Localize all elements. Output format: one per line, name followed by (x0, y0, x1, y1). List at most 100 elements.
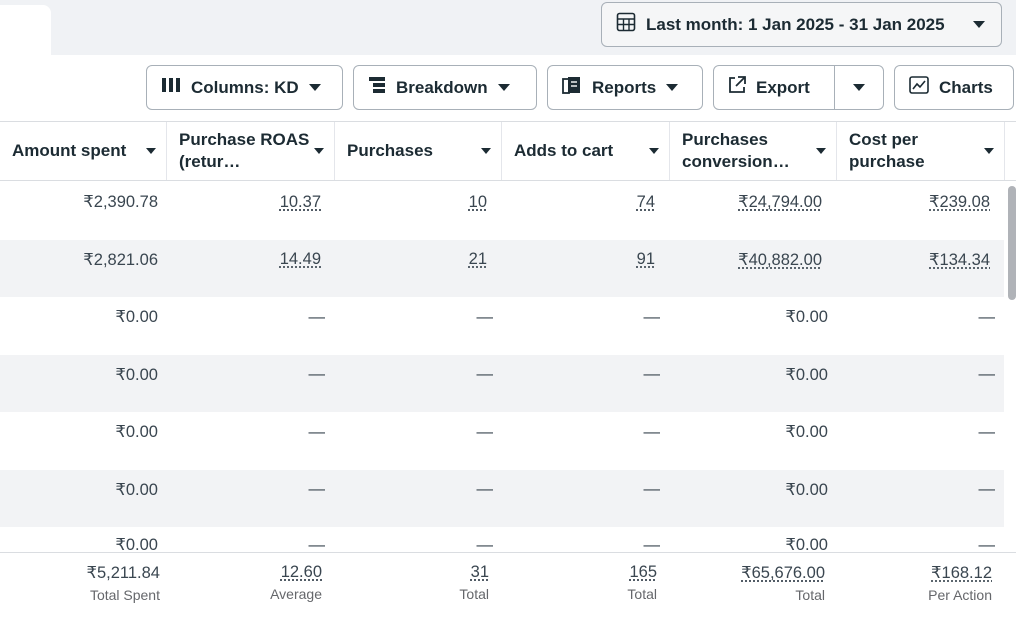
table-cell[interactable]: ₹40,882.00 (670, 240, 822, 280)
column-header-label: Cost per purchase (849, 130, 925, 171)
column-header-label: Purchases conversion… (682, 130, 790, 171)
total-label: Per Action (928, 587, 992, 603)
table-cell: ₹0.00 (785, 423, 828, 441)
table-cell: ₹0.00 (785, 365, 828, 384)
total-value: ₹5,211.84 (86, 564, 160, 582)
total-amount-spent: ₹5,211.84 Total Spent (0, 563, 160, 603)
column-header-purchases-conversion[interactable]: Purchases conversion… (670, 122, 837, 180)
table-row: ₹0.00 — — — ₹0.00 — (0, 469, 1004, 527)
table-cell: — (978, 365, 996, 383)
reports-label: Reports (592, 77, 657, 97)
table-header: Amount spent Purchase ROAS (retur… Purch… (0, 121, 1016, 181)
table-cell: — (308, 535, 326, 553)
table-cell[interactable]: 10 (335, 182, 487, 222)
export-label: Export (756, 77, 810, 97)
columns-button[interactable]: Columns: KD (146, 65, 343, 110)
table-cell[interactable]: 91 (502, 240, 655, 280)
table-cell: — (978, 480, 996, 498)
chevron-down-icon (853, 84, 865, 91)
column-header-purchase-roas[interactable]: Purchase ROAS (retur… (167, 122, 335, 180)
chevron-down-icon (308, 84, 321, 91)
table-cell[interactable]: 21 (335, 240, 487, 280)
chevron-down-icon[interactable] (649, 148, 659, 154)
total-value[interactable]: 31 (335, 563, 489, 582)
table-row: ₹0.00 — — — ₹0.00 — (0, 297, 1004, 355)
table-cell: — (476, 365, 494, 383)
total-value[interactable]: 165 (502, 563, 657, 582)
chevron-down-icon[interactable] (984, 148, 994, 154)
table-cell[interactable]: 74 (502, 182, 655, 222)
table-cell: ₹0.00 (115, 536, 158, 552)
column-header-label: Amount spent (12, 141, 127, 160)
calendar-icon (616, 12, 636, 37)
total-adds-to-cart: 165 Total (502, 563, 657, 602)
table-row: ₹2,390.78 10.37 10 74 ₹24,794.00 ₹239.08 (0, 182, 1004, 240)
column-header-label: Purchases (347, 141, 433, 160)
column-header-label: Adds to cart (514, 141, 614, 160)
chevron-down-icon (666, 84, 679, 91)
charts-label: Charts (939, 77, 993, 97)
chevron-down-icon (973, 21, 985, 28)
column-header-label: Purchase ROAS (retur… (179, 130, 310, 171)
table-cell: ₹2,821.06 (83, 250, 158, 269)
date-range-label: Last month: 1 Jan 2025 - 31 Jan 2025 (646, 14, 945, 34)
table-cell: — (643, 422, 661, 441)
table-body: ₹2,390.78 10.37 10 74 ₹24,794.00 ₹239.08… (0, 182, 1004, 552)
table-cell: — (643, 480, 661, 498)
table-cell: ₹2,390.78 (83, 193, 158, 211)
reports-button[interactable]: Reports (547, 65, 703, 110)
column-header-adds-to-cart[interactable]: Adds to cart (502, 122, 670, 180)
total-cost-per-purchase: ₹168.12 Per Action (837, 563, 992, 603)
chevron-down-icon[interactable] (816, 148, 826, 154)
breakdown-icon (368, 76, 386, 99)
chart-icon (909, 76, 929, 99)
chevron-down-icon (497, 84, 510, 91)
column-header-purchases[interactable]: Purchases (335, 122, 502, 180)
table-cell: — (308, 480, 326, 498)
export-button[interactable]: Export (714, 66, 835, 109)
vertical-scrollbar[interactable] (1008, 186, 1016, 300)
chevron-down-icon[interactable] (146, 148, 156, 154)
breakdown-label: Breakdown (396, 77, 488, 97)
table-cell[interactable]: 10.37 (167, 182, 321, 222)
charts-button[interactable]: Charts (894, 65, 1014, 110)
tab-stub[interactable] (0, 5, 51, 55)
table-cell: — (476, 307, 494, 326)
total-value[interactable]: 12.60 (167, 563, 322, 582)
table-cell: ₹0.00 (785, 480, 828, 499)
table-cell[interactable]: ₹239.08 (837, 182, 990, 222)
table-cell: ₹0.00 (115, 308, 158, 326)
chevron-down-icon[interactable] (314, 148, 324, 154)
table-cell: — (978, 535, 996, 553)
table-cell: — (308, 365, 326, 383)
total-label: Total (459, 586, 489, 602)
date-range-picker[interactable]: Last month: 1 Jan 2025 - 31 Jan 2025 (601, 2, 1002, 47)
table-cell: — (476, 422, 494, 441)
column-header-cost-per-purchase[interactable]: Cost per purchase (837, 122, 1005, 180)
export-split-button: Export (713, 65, 884, 110)
table-cell: — (978, 422, 996, 441)
total-purchase-roas: 12.60 Average (167, 563, 322, 602)
column-header-amount-spent[interactable]: Amount spent (0, 122, 167, 180)
total-label: Total (795, 587, 825, 603)
total-label: Total Spent (89, 587, 160, 603)
total-value[interactable]: ₹65,676.00 (670, 563, 825, 583)
total-value[interactable]: ₹168.12 (837, 563, 992, 583)
table-cell: — (643, 535, 661, 553)
export-dropdown-button[interactable] (835, 66, 883, 109)
table-cell: — (308, 422, 326, 441)
table-cell[interactable]: 14.49 (167, 240, 321, 280)
top-bar: Last month: 1 Jan 2025 - 31 Jan 2025 (0, 0, 1016, 55)
breakdown-button[interactable]: Breakdown (353, 65, 537, 110)
chevron-down-icon[interactable] (481, 148, 491, 154)
total-label: Average (270, 586, 322, 602)
table-cell: ₹0.00 (115, 365, 158, 384)
table-cell: — (978, 307, 996, 326)
table-footer-totals: ₹5,211.84 Total Spent 12.60 Average 31 T… (0, 552, 1016, 625)
total-label: Total (627, 586, 657, 602)
table-cell: — (476, 480, 494, 498)
table-cell: ₹0.00 (115, 423, 158, 441)
table-cell[interactable]: ₹24,794.00 (670, 182, 822, 222)
table-row: ₹0.00 — — — ₹0.00 — (0, 527, 1004, 553)
table-cell[interactable]: ₹134.34 (837, 240, 990, 280)
